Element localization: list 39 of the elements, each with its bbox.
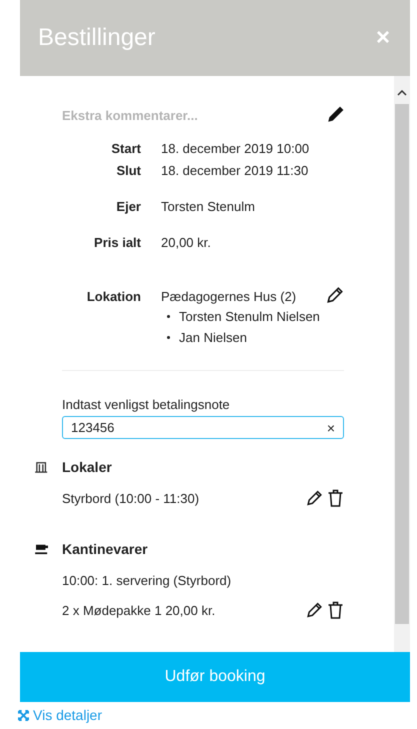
- detail-label: Lokation: [86, 288, 141, 306]
- detail-value: 18. december 2019 10:00: [161, 140, 310, 158]
- scrollbar[interactable]: [394, 76, 410, 652]
- clear-button[interactable]: ×: [326, 420, 335, 436]
- trash-icon[interactable]: [327, 489, 344, 507]
- pencil-icon[interactable]: [306, 489, 323, 507]
- bullet-icon: [167, 336, 170, 339]
- detail-value: 20,00 kr.: [161, 234, 211, 252]
- pencil-icon[interactable]: [306, 601, 323, 619]
- comment-placeholder[interactable]: Ekstra kommentarer...: [62, 108, 198, 122]
- note-label: Indtast venligst betalingsnote: [62, 397, 231, 412]
- detail-label: Pris ialt: [93, 234, 141, 252]
- item-text: 10:00: 1. servering (Styrbord): [62, 572, 232, 588]
- detail-label: Ejer: [115, 198, 141, 216]
- building-icon: [35, 461, 49, 473]
- trash-icon[interactable]: [327, 601, 344, 619]
- submit-button[interactable]: Udfør booking: [20, 652, 410, 702]
- item-text: 2 x Mødepakke 1 20,00 kr.: [62, 602, 216, 618]
- pencil-icon[interactable]: [326, 106, 344, 124]
- scroll-up-icon[interactable]: [397, 90, 407, 96]
- close-button[interactable]: ×: [376, 24, 390, 52]
- cup-icon: [35, 543, 49, 555]
- item-text: Styrbord (10:00 - 11:30): [62, 490, 200, 506]
- detail-value: 18. december 2019 11:30: [161, 162, 308, 180]
- detail-label: Start: [110, 140, 141, 158]
- note-input-field[interactable]: 123456 ×: [62, 416, 344, 439]
- location-value: Pædagogernes Hus (2): [161, 288, 298, 306]
- pencil-icon[interactable]: [326, 286, 344, 304]
- bullet-icon: [167, 315, 170, 318]
- section-title: Lokaler: [62, 459, 112, 475]
- window-title: Bestillinger: [38, 24, 156, 52]
- participant-name: Jan Nielsen: [179, 329, 247, 347]
- participant-name: Torsten Stenulm Nielsen: [179, 308, 320, 326]
- details-link[interactable]: Vis detaljer: [18, 707, 102, 723]
- detail-label: Slut: [115, 162, 141, 180]
- expand-icon: [18, 710, 29, 720]
- scrollbar-thumb[interactable]: [395, 104, 409, 624]
- detail-value: Torsten Stenulm: [161, 198, 255, 216]
- section-title: Kantinevarer: [62, 541, 148, 557]
